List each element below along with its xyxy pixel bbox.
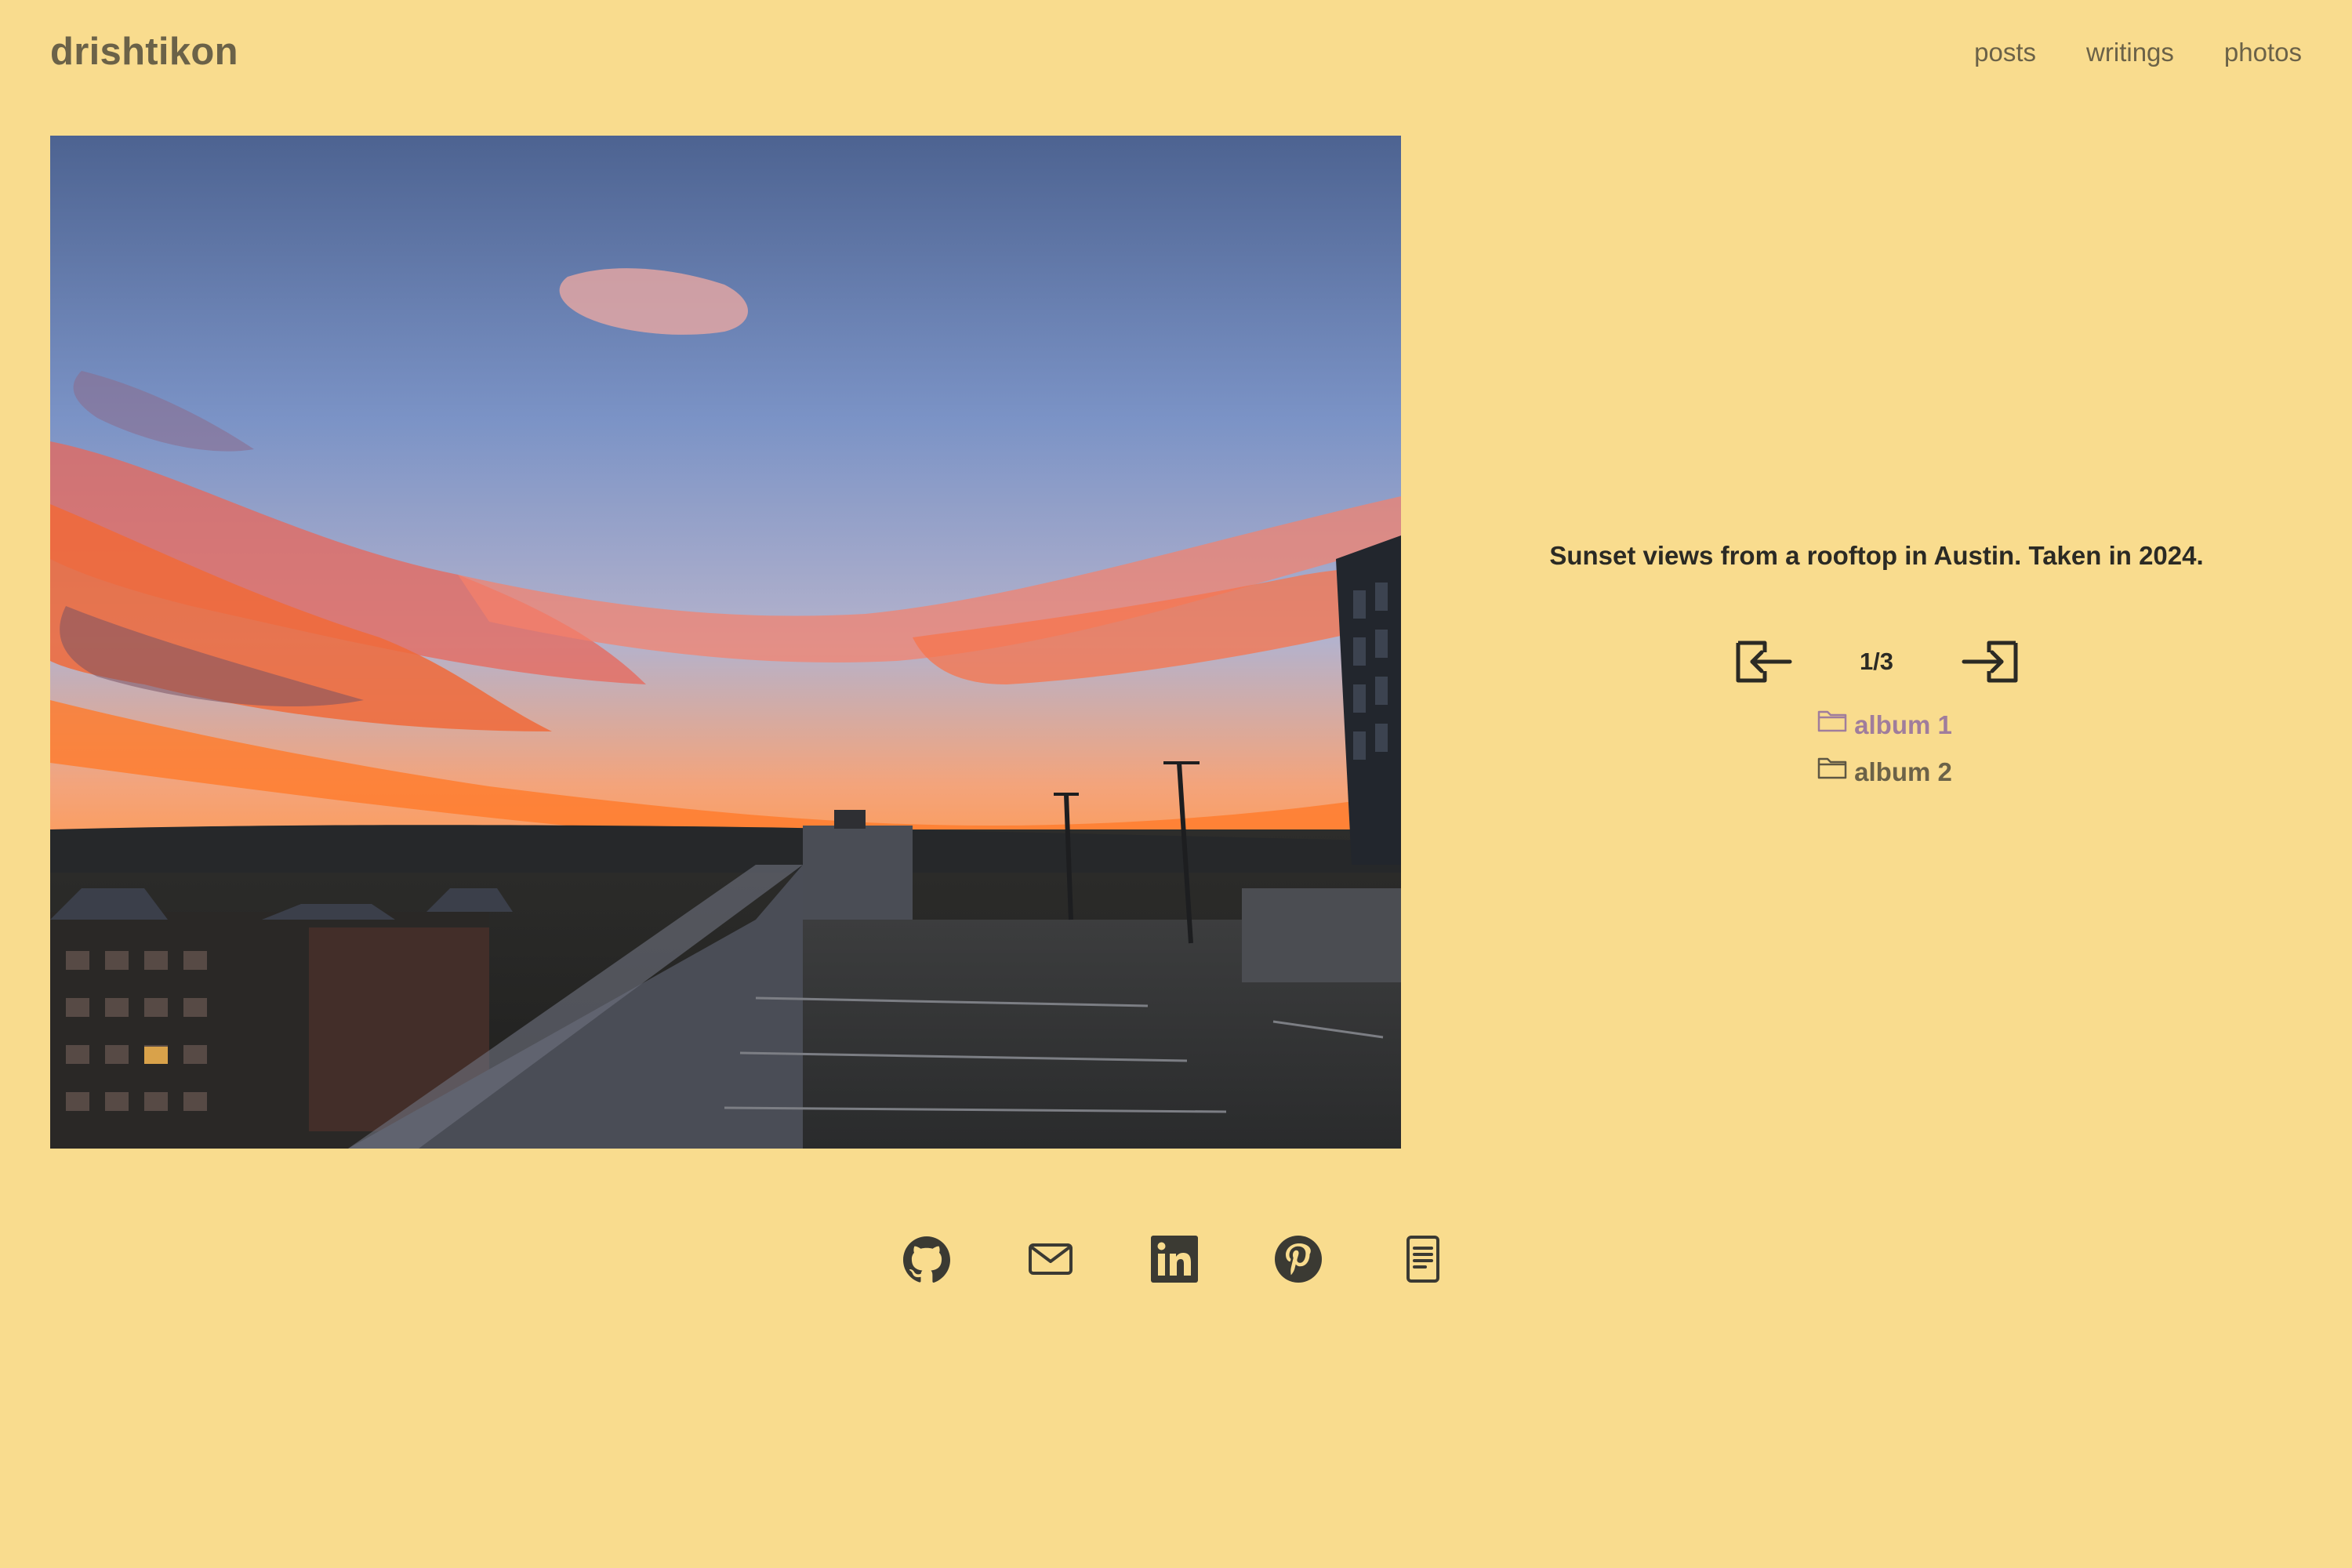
photo-caption: Sunset views from a rooftop in Austin. T… <box>1549 541 2204 570</box>
album-list: album 1 album 2 <box>1401 710 2352 787</box>
prev-photo-button[interactable] <box>1732 635 1793 688</box>
album-label: album 2 <box>1854 757 1952 786</box>
github-icon <box>903 1236 950 1283</box>
folder-icon <box>1817 710 1847 732</box>
email-link[interactable] <box>1025 1234 1076 1284</box>
github-link[interactable] <box>902 1234 952 1284</box>
album-link-2[interactable]: album 2 <box>1817 757 1952 787</box>
arrow-left-box-icon <box>1736 641 1791 683</box>
sunset-photo <box>50 136 1401 1149</box>
pinterest-icon <box>1275 1236 1322 1283</box>
linkedin-icon <box>1151 1236 1198 1283</box>
resume-link[interactable] <box>1397 1234 1447 1284</box>
arrow-right-box-icon <box>1962 641 2017 683</box>
mail-icon <box>1029 1243 1073 1275</box>
next-photo-button[interactable] <box>1961 635 2022 688</box>
page: drishtikon posts writings photos Sunset … <box>0 0 2352 1568</box>
album-label: album 1 <box>1854 710 1952 739</box>
social-links <box>902 1234 1447 1284</box>
site-title[interactable]: drishtikon <box>50 30 238 74</box>
document-icon <box>1406 1236 1439 1283</box>
linkedin-link[interactable] <box>1149 1234 1200 1284</box>
folder-icon <box>1817 757 1847 779</box>
pinterest-link[interactable] <box>1273 1234 1323 1284</box>
photo-info-panel: Sunset views from a rooftop in Austin. T… <box>1401 0 2352 1149</box>
photo-counter: 1/3 <box>1859 648 1894 675</box>
photo-pager: 1/3 <box>1401 633 2352 690</box>
album-link-1[interactable]: album 1 <box>1817 710 1952 740</box>
